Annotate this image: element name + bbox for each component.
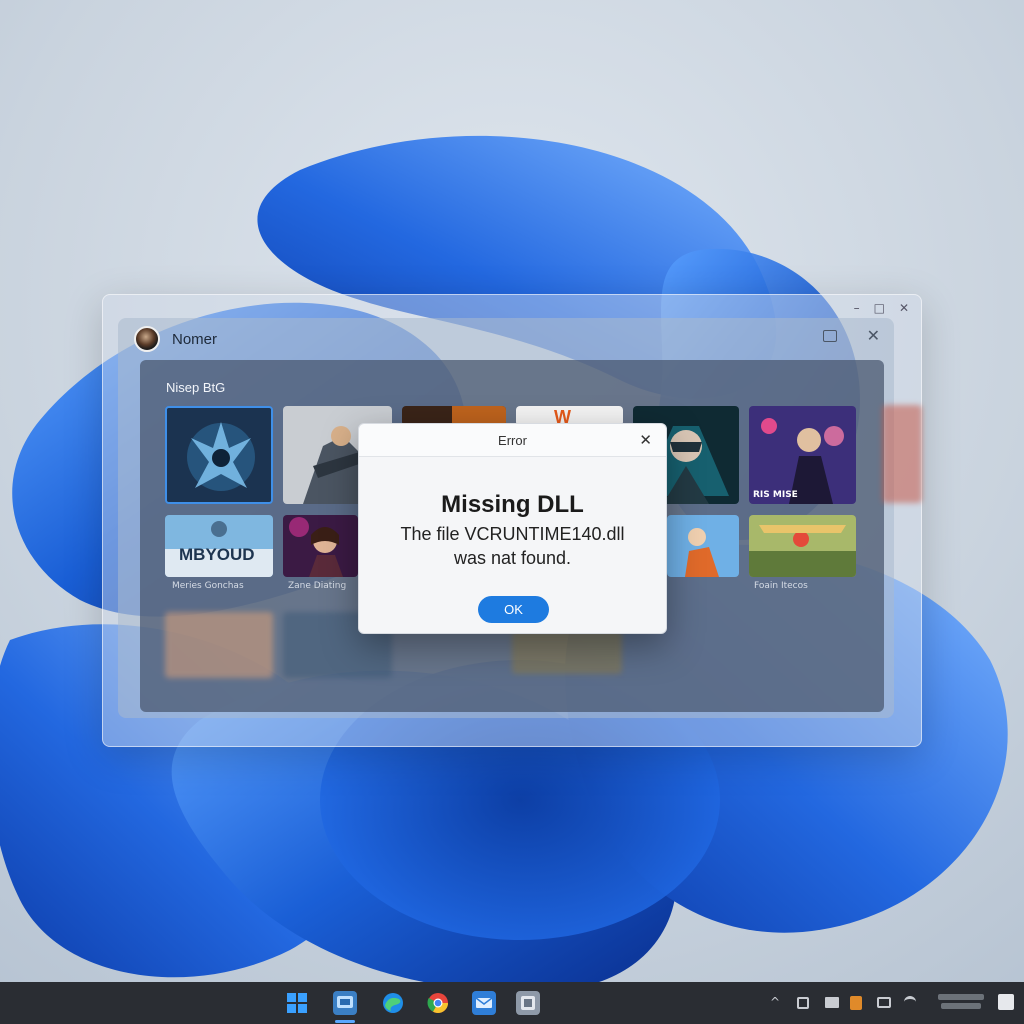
network-icon[interactable]: [797, 997, 809, 1009]
edge-icon[interactable]: [381, 991, 405, 1015]
taskbar: ^: [0, 982, 1024, 1024]
game-cover-art: [283, 515, 358, 577]
game-tile[interactable]: [667, 515, 739, 577]
close-icon[interactable]: ✕: [867, 328, 880, 344]
ok-button[interactable]: OK: [478, 596, 549, 623]
dialog-heading: Missing DLL: [441, 491, 584, 518]
app-launcher-icon[interactable]: [333, 991, 357, 1015]
notification-icon[interactable]: [998, 994, 1014, 1010]
battery-icon[interactable]: [877, 997, 891, 1008]
game-tile[interactable]: MBYOUD: [165, 515, 273, 577]
error-dialog: Error ✕ Missing DLL The file VCRUNTIME14…: [358, 423, 667, 634]
app-title: Nomer: [172, 330, 218, 348]
tray-overflow-chevron-icon[interactable]: ^: [770, 995, 780, 1009]
launcher-header: Nomer ✕: [118, 318, 894, 360]
clock-blur-placeholder: [941, 1003, 981, 1009]
game-tile[interactable]: [165, 406, 273, 504]
minimize-button[interactable]: –: [854, 301, 860, 315]
dialog-message-line: The file VCRUNTIME140.dll: [400, 524, 625, 544]
display-icon[interactable]: [825, 997, 839, 1008]
tile-logo-text: MBYOUD: [179, 545, 255, 564]
game-tile[interactable]: [749, 515, 856, 577]
maximize-button[interactable]: □: [874, 301, 885, 315]
game-cover-art: [749, 515, 856, 577]
wifi-icon[interactable]: [904, 996, 916, 1008]
outer-window-controls: – □ ✕: [854, 301, 909, 315]
dialog-title: Error: [498, 432, 527, 448]
game-tile[interactable]: RIS MISE: [749, 406, 856, 504]
game-cover-art: [167, 408, 271, 502]
settings-app-icon[interactable]: [516, 991, 540, 1015]
restore-icon[interactable]: [822, 330, 837, 342]
chrome-icon[interactable]: [426, 991, 450, 1015]
dialog-message: The file VCRUNTIME140.dll was nat found.: [359, 522, 666, 570]
clock-blur-placeholder: [938, 994, 984, 1000]
game-cover-art: [667, 515, 739, 577]
game-tile[interactable]: [512, 630, 622, 674]
game-tile[interactable]: [165, 612, 273, 678]
avatar[interactable]: [134, 326, 160, 352]
volume-icon[interactable]: [850, 996, 862, 1010]
close-icon[interactable]: ✕: [639, 431, 652, 449]
game-tile-label: Meries Gonchas: [172, 581, 244, 591]
library-section-title: Nisep BtG: [166, 380, 226, 395]
dialog-titlebar: Error ✕: [359, 424, 666, 457]
game-tile[interactable]: [882, 405, 922, 503]
close-button[interactable]: ✕: [899, 301, 909, 315]
game-tile-label: Foain Itecos: [754, 581, 808, 591]
game-tile[interactable]: [283, 515, 358, 577]
dialog-message-line: was nat found.: [453, 548, 572, 568]
windows-start-icon[interactable]: [285, 991, 309, 1015]
mail-icon[interactable]: [472, 991, 496, 1015]
active-app-indicator: [335, 1020, 355, 1023]
tile-logo-text: RIS MISE: [753, 490, 798, 500]
taskbar-clock[interactable]: [934, 990, 988, 1009]
launcher-window-controls: ✕: [822, 328, 880, 344]
game-tile-label: Zane Diating: [288, 581, 347, 591]
